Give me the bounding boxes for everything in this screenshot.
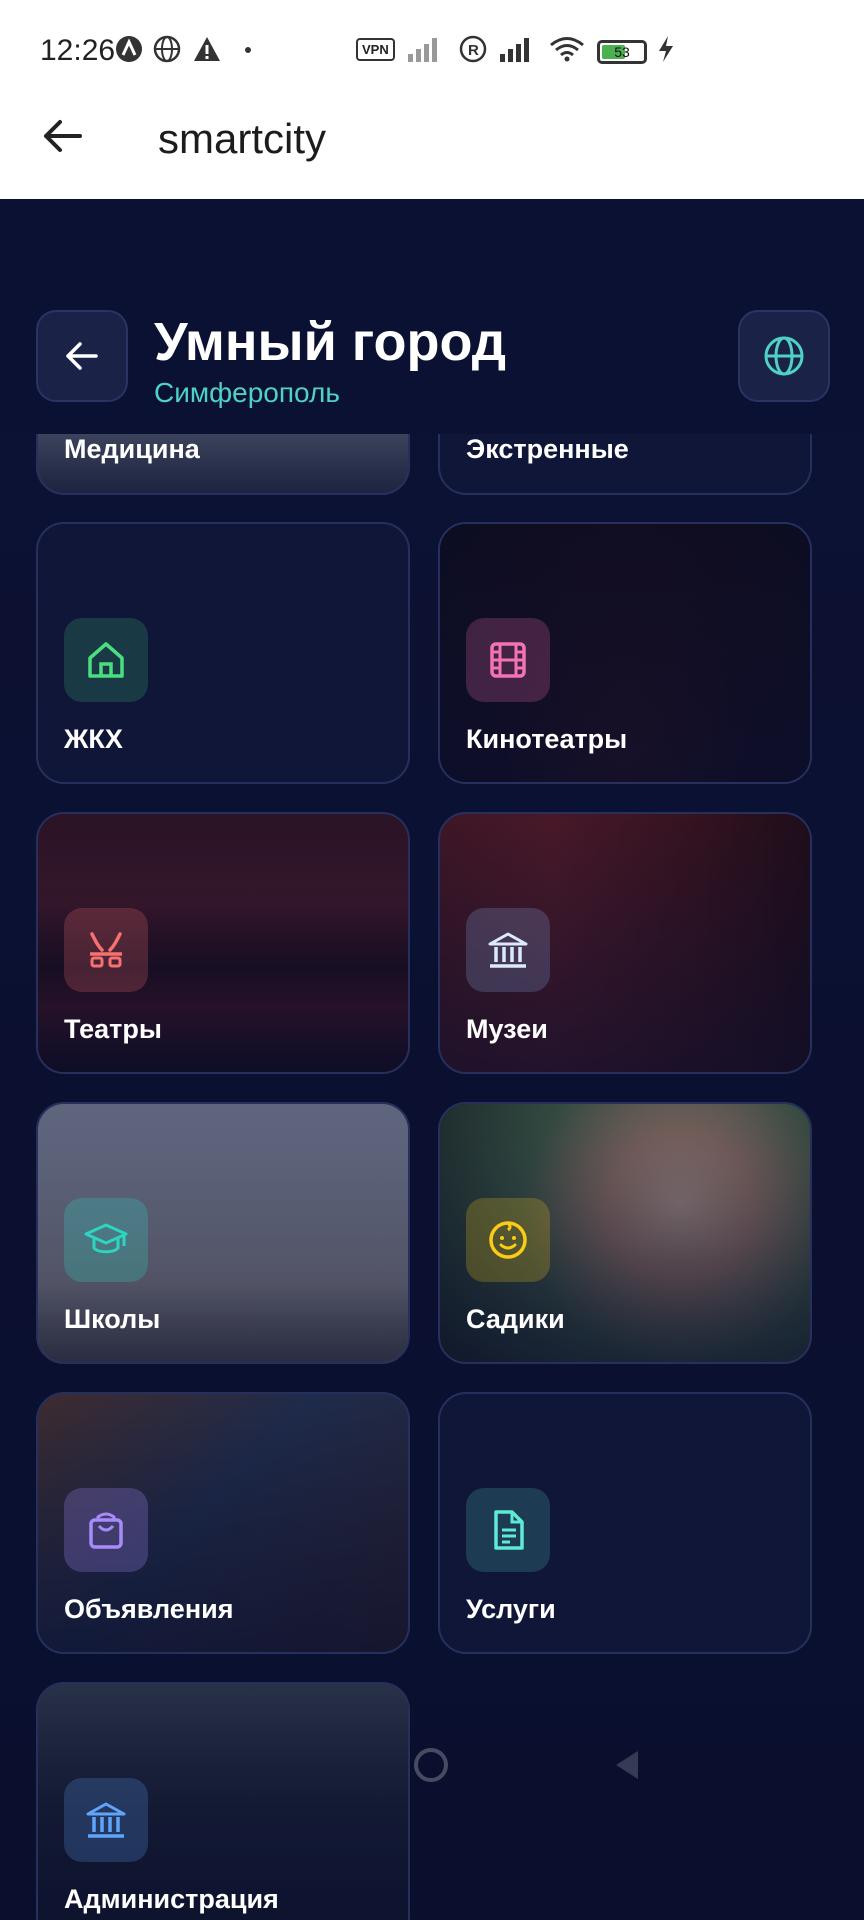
theater-masks-icon <box>64 908 148 992</box>
battery-level: 53 <box>614 44 630 60</box>
category-label: Медицина <box>64 434 200 464</box>
category-card-ads[interactable]: Объявления <box>36 1392 410 1654</box>
document-icon <box>466 1488 550 1572</box>
category-card-administration[interactable]: Администрация <box>36 1682 410 1920</box>
battery-indicator: 53 <box>597 40 647 64</box>
home-icon <box>64 618 148 702</box>
page-header: Умный город Симферополь <box>0 199 864 434</box>
category-label: Школы <box>64 1304 161 1334</box>
dot-icon <box>245 47 251 53</box>
government-icon <box>64 1778 148 1862</box>
app-bar-title: smartcity <box>158 115 326 162</box>
category-label: Услуги <box>466 1594 556 1624</box>
app-back-arrow-icon[interactable] <box>40 114 84 158</box>
vpn-badge: VPN <box>356 38 395 61</box>
category-card-kindergartens[interactable]: Садики <box>438 1102 812 1364</box>
warning-icon <box>194 37 220 61</box>
app-notification-icon <box>116 36 142 62</box>
category-label: Кинотеатры <box>466 724 628 754</box>
back-nav-hint-icon <box>616 1751 638 1779</box>
wifi-icon <box>550 37 584 62</box>
category-card-housing[interactable]: ЖКХ <box>36 522 410 784</box>
signal-strong-icon <box>500 38 529 62</box>
category-label: Администрация <box>64 1884 279 1914</box>
page-title: Умный город <box>154 312 507 372</box>
category-label: Театры <box>64 1014 162 1044</box>
museum-icon <box>466 908 550 992</box>
category-label: ЖКХ <box>64 724 123 754</box>
city-subtitle: Симферополь <box>154 377 340 408</box>
status-bar: 12:26 VPN R 53 <box>0 0 864 100</box>
svg-text:R: R <box>468 42 479 59</box>
category-card-cinemas[interactable]: Кинотеатры <box>438 522 812 784</box>
back-button[interactable] <box>36 310 128 402</box>
category-label: Объявления <box>64 1594 234 1624</box>
category-card-services[interactable]: Услуги <box>438 1392 812 1654</box>
category-label: Музеи <box>466 1014 548 1044</box>
category-label: Садики <box>466 1304 565 1334</box>
home-nav-hint-icon <box>414 1748 448 1782</box>
graduation-cap-icon <box>64 1198 148 1282</box>
roaming-icon: R <box>459 35 487 63</box>
charging-icon <box>659 36 673 62</box>
category-label: Экстренные <box>466 434 629 464</box>
language-button[interactable] <box>738 310 830 402</box>
shopping-bag-icon <box>64 1488 148 1572</box>
signal-weak-icon <box>408 38 437 62</box>
globe-status-icon <box>153 35 181 63</box>
app-bar <box>0 100 864 199</box>
status-time: 12:26 <box>40 34 116 67</box>
category-card-schools[interactable]: Школы <box>36 1102 410 1364</box>
main-content: Медицина Экстренные Умный город Симфероп… <box>0 199 864 1920</box>
film-icon <box>466 618 550 702</box>
category-card-museums[interactable]: Музеи <box>438 812 812 1074</box>
globe-icon <box>764 336 804 376</box>
baby-face-icon <box>466 1198 550 1282</box>
arrow-left-icon <box>66 342 98 370</box>
category-card-theatres[interactable]: Театры <box>36 812 410 1074</box>
